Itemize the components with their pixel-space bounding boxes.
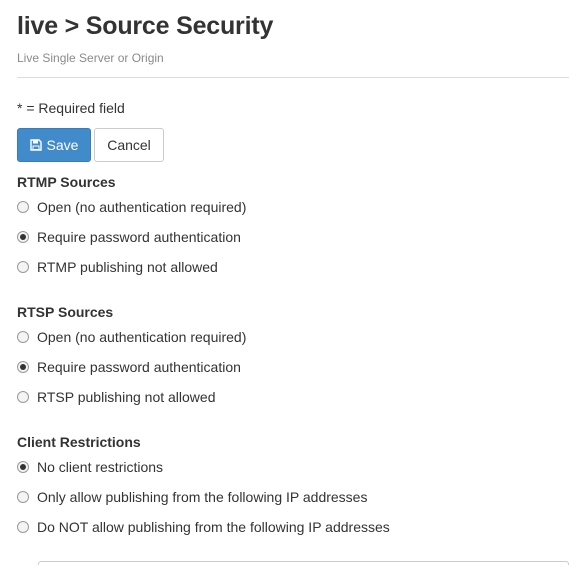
ip-address-textarea[interactable]: [38, 561, 569, 565]
rtmp-option-open[interactable]: Open (no authentication required): [17, 197, 246, 217]
rtmp-option-not-allowed-label: RTMP publishing not allowed: [37, 259, 218, 275]
rtsp-option-password-radio[interactable]: [17, 361, 29, 373]
rtmp-option-open-radio[interactable]: [17, 201, 29, 213]
rtsp-option-open-radio[interactable]: [17, 331, 29, 343]
client-option-none[interactable]: No client restrictions: [17, 457, 163, 477]
client-option-deny-ips-radio[interactable]: [17, 521, 29, 533]
client-option-deny-ips-label: Do NOT allow publishing from the followi…: [37, 519, 390, 535]
client-option-none-label: No client restrictions: [37, 459, 164, 475]
rtsp-sources-heading: RTSP Sources: [17, 304, 114, 320]
rtsp-option-not-allowed-radio[interactable]: [17, 391, 29, 403]
rtsp-option-not-allowed-label: RTSP publishing not allowed: [37, 389, 216, 405]
source-security-page: live > Source Security Live Single Serve…: [0, 0, 569, 565]
rtsp-option-not-allowed[interactable]: RTSP publishing not allowed: [17, 387, 216, 407]
rtsp-option-open-label: Open (no authentication required): [37, 329, 247, 345]
rtmp-sources-heading: RTMP Sources: [17, 174, 116, 190]
client-option-allow-ips[interactable]: Only allow publishing from the following…: [17, 487, 367, 507]
client-option-allow-ips-label: Only allow publishing from the following…: [37, 489, 368, 505]
rtsp-option-password[interactable]: Require password authentication: [17, 357, 241, 377]
rtmp-option-password-label: Require password authentication: [37, 229, 241, 245]
rtmp-option-password[interactable]: Require password authentication: [17, 227, 241, 247]
page-subtitle: Live Single Server or Origin: [17, 51, 164, 65]
save-button[interactable]: Save: [17, 128, 91, 162]
rtmp-option-not-allowed[interactable]: RTMP publishing not allowed: [17, 257, 218, 277]
page-title: live > Source Security: [17, 12, 274, 40]
client-option-allow-ips-radio[interactable]: [17, 491, 29, 503]
rtsp-option-password-label: Require password authentication: [37, 359, 241, 375]
cancel-button[interactable]: Cancel: [94, 128, 164, 162]
rtsp-option-open[interactable]: Open (no authentication required): [17, 327, 246, 347]
client-option-deny-ips[interactable]: Do NOT allow publishing from the followi…: [17, 517, 390, 537]
rtmp-option-not-allowed-radio[interactable]: [17, 261, 29, 273]
header-divider: [17, 77, 569, 78]
floppy-disk-icon: [29, 139, 42, 151]
required-field-note: * = Required field: [17, 100, 125, 116]
rtmp-option-password-radio[interactable]: [17, 231, 29, 243]
rtmp-option-open-label: Open (no authentication required): [37, 199, 247, 215]
client-restrictions-heading: Client Restrictions: [17, 434, 141, 450]
save-button-label: Save: [46, 137, 79, 153]
client-option-none-radio[interactable]: [17, 461, 29, 473]
